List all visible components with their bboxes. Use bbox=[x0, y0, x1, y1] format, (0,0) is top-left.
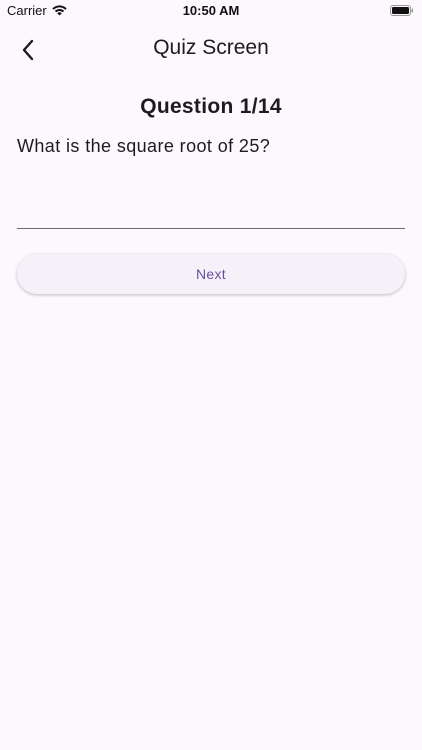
answer-input[interactable] bbox=[17, 180, 405, 229]
app-bar: Quiz Screen bbox=[0, 22, 422, 78]
status-time: 10:50 AM bbox=[182, 3, 240, 18]
question-text: What is the square root of 25? bbox=[17, 136, 271, 156]
chevron-left-icon bbox=[22, 39, 34, 61]
battery-icon bbox=[390, 5, 414, 16]
question-counter: Question 1/14 bbox=[140, 95, 282, 118]
page-title: Quiz Screen bbox=[153, 36, 269, 59]
status-bar: Carrier 10:50 AM bbox=[0, 0, 422, 22]
next-button[interactable]: Next bbox=[17, 254, 405, 294]
back-button[interactable] bbox=[14, 36, 42, 64]
